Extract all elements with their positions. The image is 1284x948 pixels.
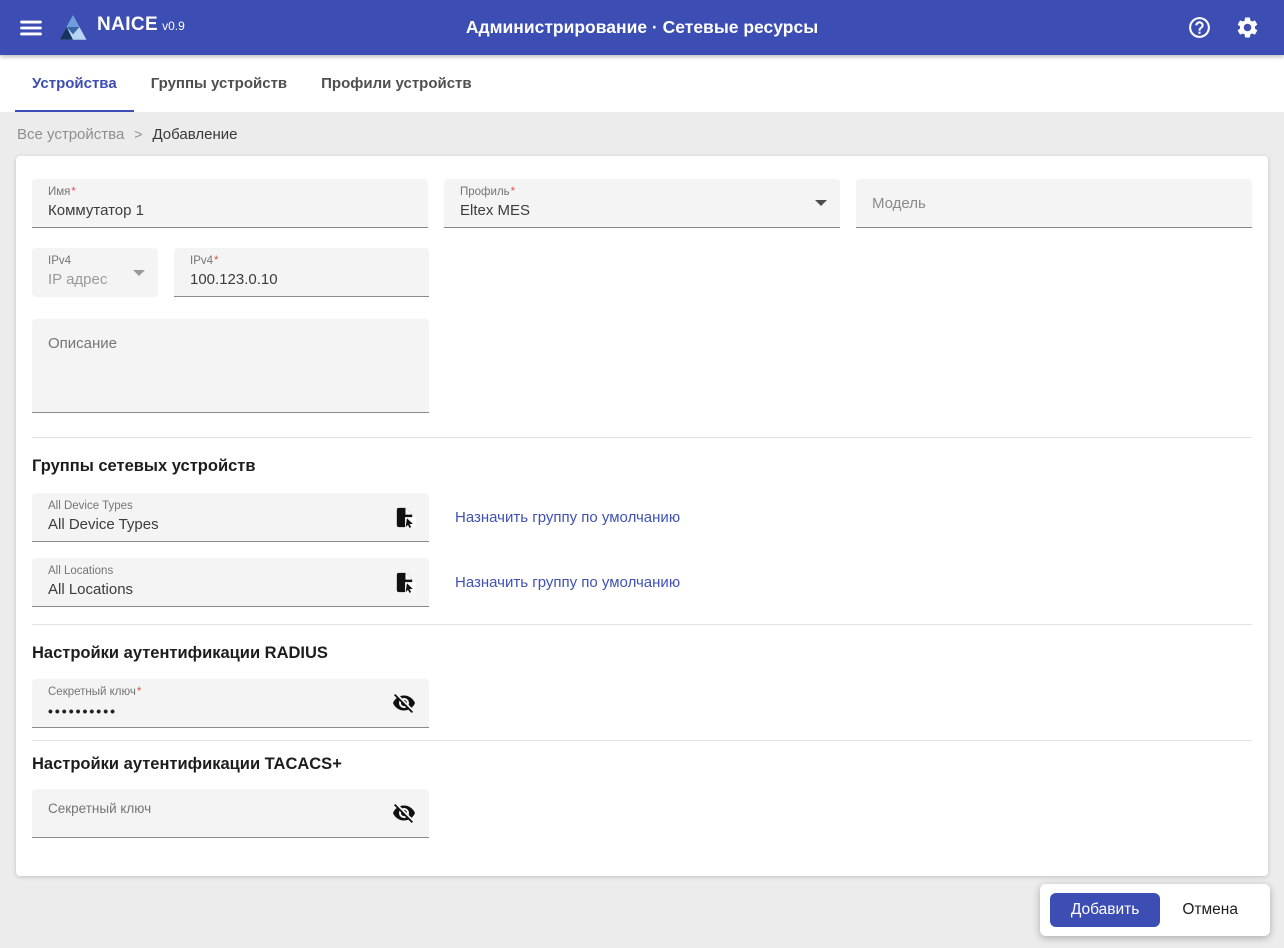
assign-default-group-link[interactable]: Назначить группу по умолчанию	[455, 509, 680, 526]
ip-version-select: IPv4 IP адрес	[32, 248, 158, 297]
model-field[interactable]: Модель	[856, 179, 1252, 228]
device-type-group-label: All Device Types	[48, 500, 417, 513]
location-group-value: All Locations	[48, 581, 417, 598]
profile-select-label: Профиль	[460, 186, 510, 198]
hamburger-icon	[18, 15, 44, 41]
form-row-1: Имя* Коммутатор 1 Профиль* Eltex MES Мод…	[32, 179, 1252, 228]
app-logo-icon	[58, 14, 88, 41]
caret-down-icon	[133, 270, 145, 276]
profile-select[interactable]: Профиль* Eltex MES	[444, 179, 840, 228]
cancel-button[interactable]: Отмена	[1160, 893, 1260, 927]
help-button[interactable]	[1178, 7, 1220, 49]
caret-down-icon	[815, 200, 827, 206]
gear-icon	[1235, 15, 1260, 40]
ip-address-field-value: 100.123.0.10	[190, 271, 417, 288]
section-divider	[32, 624, 1252, 625]
breadcrumb: Все устройства > Добавление	[0, 112, 1284, 156]
add-device-form-card: Имя* Коммутатор 1 Профиль* Eltex MES Мод…	[16, 156, 1268, 876]
radius-secret-field[interactable]: Секретный ключ* ••••••••••	[32, 679, 429, 728]
tab-bar: Устройства Группы устройств Профили устр…	[0, 55, 1284, 112]
assign-document-button[interactable]	[388, 566, 420, 598]
tab-device-groups[interactable]: Группы устройств	[134, 55, 304, 112]
toggle-visibility-button[interactable]	[388, 687, 420, 719]
device-type-group-value: All Device Types	[48, 516, 417, 533]
name-field[interactable]: Имя* Коммутатор 1	[32, 179, 428, 228]
app-name: NAICE	[97, 14, 158, 36]
toggle-visibility-button[interactable]	[388, 797, 420, 829]
location-group-label: All Locations	[48, 565, 417, 578]
tacacs-secret-placeholder: Секретный ключ	[48, 801, 417, 816]
description-textarea[interactable]: Описание	[32, 319, 429, 413]
breadcrumb-separator: >	[134, 126, 142, 142]
required-marker: *	[214, 255, 218, 267]
form-row-2: IPv4 IP адрес IPv4* 100.123.0.10	[32, 248, 1252, 297]
assign-document-icon	[393, 506, 416, 529]
ip-version-select-value: IP адрес	[48, 271, 146, 288]
location-group-row: All Locations All Locations Назначить гр…	[32, 558, 1252, 607]
model-field-placeholder: Модель	[872, 195, 926, 212]
page-title: Администрирование · Сетевые ресурсы	[466, 17, 818, 38]
radius-section-title: Настройки аутентификации RADIUS	[32, 643, 1252, 663]
app-header: NAICE v0.9 Администрирование · Сетевые р…	[0, 0, 1284, 55]
ip-address-field[interactable]: IPv4* 100.123.0.10	[174, 248, 429, 297]
eye-off-icon	[392, 801, 416, 825]
breadcrumb-parent[interactable]: Все устройства	[17, 126, 124, 143]
radius-secret-label: Секретный ключ	[48, 686, 136, 698]
section-divider	[32, 740, 1252, 741]
tab-devices[interactable]: Устройства	[15, 55, 134, 112]
tacacs-section-title: Настройки аутентификации TACACS+	[32, 754, 1252, 774]
required-marker: *	[511, 186, 515, 198]
device-type-group-row: All Device Types All Device Types Назнач…	[32, 493, 1252, 542]
app-version: v0.9	[162, 19, 185, 33]
submit-button[interactable]: Добавить	[1050, 893, 1161, 927]
location-group-field[interactable]: All Locations All Locations	[32, 558, 429, 607]
appbar-actions	[1178, 7, 1268, 49]
breadcrumb-current: Добавление	[152, 126, 237, 143]
assign-default-group-link[interactable]: Назначить группу по умолчанию	[455, 574, 680, 591]
settings-button[interactable]	[1226, 7, 1268, 49]
name-field-label: Имя	[48, 186, 70, 198]
form-actions: Добавить Отмена	[1040, 884, 1270, 936]
description-placeholder: Описание	[48, 335, 117, 352]
radius-secret-value: ••••••••••	[48, 703, 417, 719]
device-groups-section-title: Группы сетевых устройств	[32, 456, 1252, 476]
section-divider	[32, 437, 1252, 438]
device-type-group-field[interactable]: All Device Types All Device Types	[32, 493, 429, 542]
profile-select-value: Eltex MES	[460, 202, 828, 219]
tacacs-secret-field[interactable]: Секретный ключ	[32, 789, 429, 838]
name-field-value: Коммутатор 1	[48, 202, 416, 219]
brand: NAICE v0.9	[58, 14, 185, 41]
assign-document-icon	[393, 571, 416, 594]
assign-document-button[interactable]	[388, 501, 420, 533]
tab-device-profiles[interactable]: Профили устройств	[304, 55, 488, 112]
required-marker: *	[137, 686, 141, 698]
eye-off-icon	[392, 691, 416, 715]
menu-button[interactable]	[10, 7, 52, 49]
help-outline-icon	[1187, 15, 1212, 40]
ip-address-field-label: IPv4	[190, 255, 213, 267]
ip-version-select-label: IPv4	[48, 255, 146, 268]
required-marker: *	[71, 186, 75, 198]
